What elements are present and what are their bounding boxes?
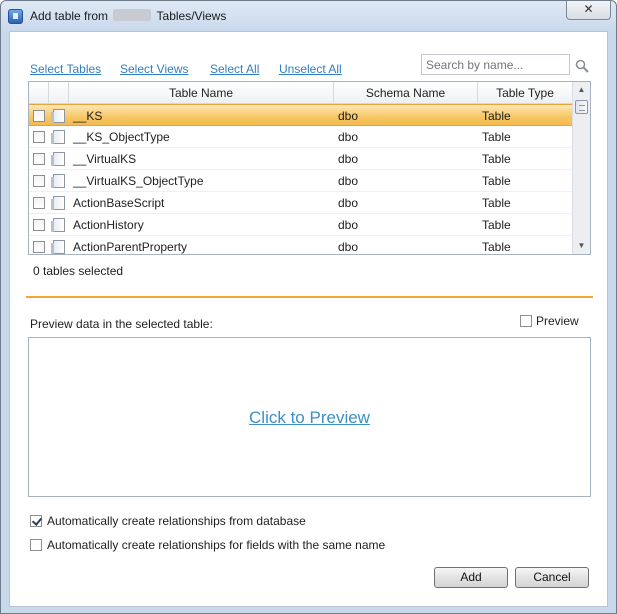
preview-checkbox-box[interactable] [520, 315, 532, 327]
row-table-name: __VirtualKS [73, 152, 137, 166]
vertical-scrollbar[interactable]: ▲ ▼ [572, 82, 590, 254]
header-schema-name[interactable]: Schema Name [334, 82, 478, 104]
dialog-window: Add table from Tables/Views ✕ Select Tab… [0, 0, 617, 614]
row-table-name: ActionBaseScript [73, 196, 165, 210]
dialog-content: Select Tables Select Views Select All Un… [9, 31, 608, 607]
row-schema: dbo [338, 130, 359, 144]
table-row[interactable]: ActionBaseScript dbo Table [29, 192, 572, 214]
row-checkbox[interactable] [33, 241, 45, 253]
row-schema: dbo [338, 152, 359, 166]
row-table-name: ActionParentProperty [73, 240, 188, 254]
preview-checkbox-label: Preview [536, 314, 579, 328]
scroll-thumb[interactable] [575, 100, 588, 114]
row-checkbox[interactable] [33, 153, 45, 165]
scroll-up-icon[interactable]: ▲ [573, 82, 590, 98]
row-type: Table [482, 109, 511, 123]
row-table-name: ActionHistory [73, 218, 144, 232]
table-icon [51, 109, 65, 123]
search-input[interactable] [421, 54, 570, 75]
section-divider [26, 296, 593, 298]
table-row[interactable]: __VirtualKS dbo Table [29, 148, 572, 170]
window-title: Add table from Tables/Views [30, 9, 226, 23]
row-table-name: __KS_ObjectType [73, 130, 170, 144]
unselect-all-link[interactable]: Unselect All [279, 62, 342, 76]
row-schema: dbo [338, 174, 359, 188]
search-icon[interactable] [575, 59, 589, 73]
row-type: Table [482, 152, 511, 166]
row-type: Table [482, 240, 511, 254]
row-schema: dbo [338, 196, 359, 210]
row-type: Table [482, 174, 511, 188]
header-table-name[interactable]: Table Name [69, 82, 334, 104]
auto-relationships-names-option[interactable]: Automatically create relationships for f… [30, 538, 385, 552]
auto-relationships-db-label: Automatically create relationships from … [47, 514, 306, 528]
table-icon [51, 196, 65, 210]
title-bar[interactable]: Add table from Tables/Views ✕ [1, 1, 616, 31]
redacted-name [113, 9, 152, 21]
header-checkbox-column [29, 82, 49, 104]
table-row[interactable]: __VirtualKS_ObjectType dbo Table [29, 170, 572, 192]
row-type: Table [482, 196, 511, 210]
row-schema: dbo [338, 240, 359, 254]
row-type: Table [482, 218, 511, 232]
table-icon [51, 240, 65, 254]
row-schema: dbo [338, 218, 359, 232]
close-icon: ✕ [583, 2, 594, 16]
table-row[interactable]: __KS_ObjectType dbo Table [29, 126, 572, 148]
row-checkbox[interactable] [33, 131, 45, 143]
row-checkbox[interactable] [33, 219, 45, 231]
scroll-down-icon[interactable]: ▼ [573, 238, 590, 254]
table-icon [51, 152, 65, 166]
row-checkbox[interactable] [33, 175, 45, 187]
row-table-name: __KS [73, 109, 103, 123]
header-icon-column [49, 82, 69, 104]
selection-status: 0 tables selected [33, 264, 124, 278]
tables-grid: Table Name Schema Name Table Type __KS d… [28, 81, 591, 255]
auto-relationships-db-option[interactable]: Automatically create relationships from … [30, 514, 306, 528]
row-table-name: __VirtualKS_ObjectType [73, 174, 204, 188]
add-button[interactable]: Add [434, 567, 508, 588]
preview-label: Preview data in the selected table: [30, 317, 213, 331]
select-tables-link[interactable]: Select Tables [30, 62, 101, 76]
click-to-preview-link[interactable]: Click to Preview [29, 408, 590, 428]
table-row[interactable]: __KS dbo Table [29, 104, 572, 126]
app-icon [8, 9, 23, 24]
table-icon [51, 130, 65, 144]
table-row[interactable]: ActionHistory dbo Table [29, 214, 572, 236]
table-icon [51, 218, 65, 232]
header-table-type[interactable]: Table Type [478, 82, 572, 104]
preview-checkbox[interactable]: Preview [520, 314, 579, 328]
close-button[interactable]: ✕ [566, 1, 611, 20]
table-icon [51, 174, 65, 188]
preview-panel: Click to Preview [28, 337, 591, 497]
select-all-link[interactable]: Select All [210, 62, 259, 76]
cancel-button[interactable]: Cancel [515, 567, 589, 588]
table-row[interactable]: ActionParentProperty dbo Table [29, 236, 572, 254]
row-checkbox[interactable] [33, 110, 45, 122]
auto-relationships-db-checkbox[interactable] [30, 515, 42, 527]
title-prefix: Add table from [30, 9, 109, 23]
auto-relationships-names-checkbox[interactable] [30, 539, 42, 551]
auto-relationships-names-label: Automatically create relationships for f… [47, 538, 386, 552]
row-schema: dbo [338, 109, 359, 123]
select-views-link[interactable]: Select Views [120, 62, 188, 76]
row-checkbox[interactable] [33, 197, 45, 209]
grid-header: Table Name Schema Name Table Type [29, 82, 572, 104]
row-type: Table [482, 130, 511, 144]
title-suffix: Tables/Views [156, 9, 227, 23]
